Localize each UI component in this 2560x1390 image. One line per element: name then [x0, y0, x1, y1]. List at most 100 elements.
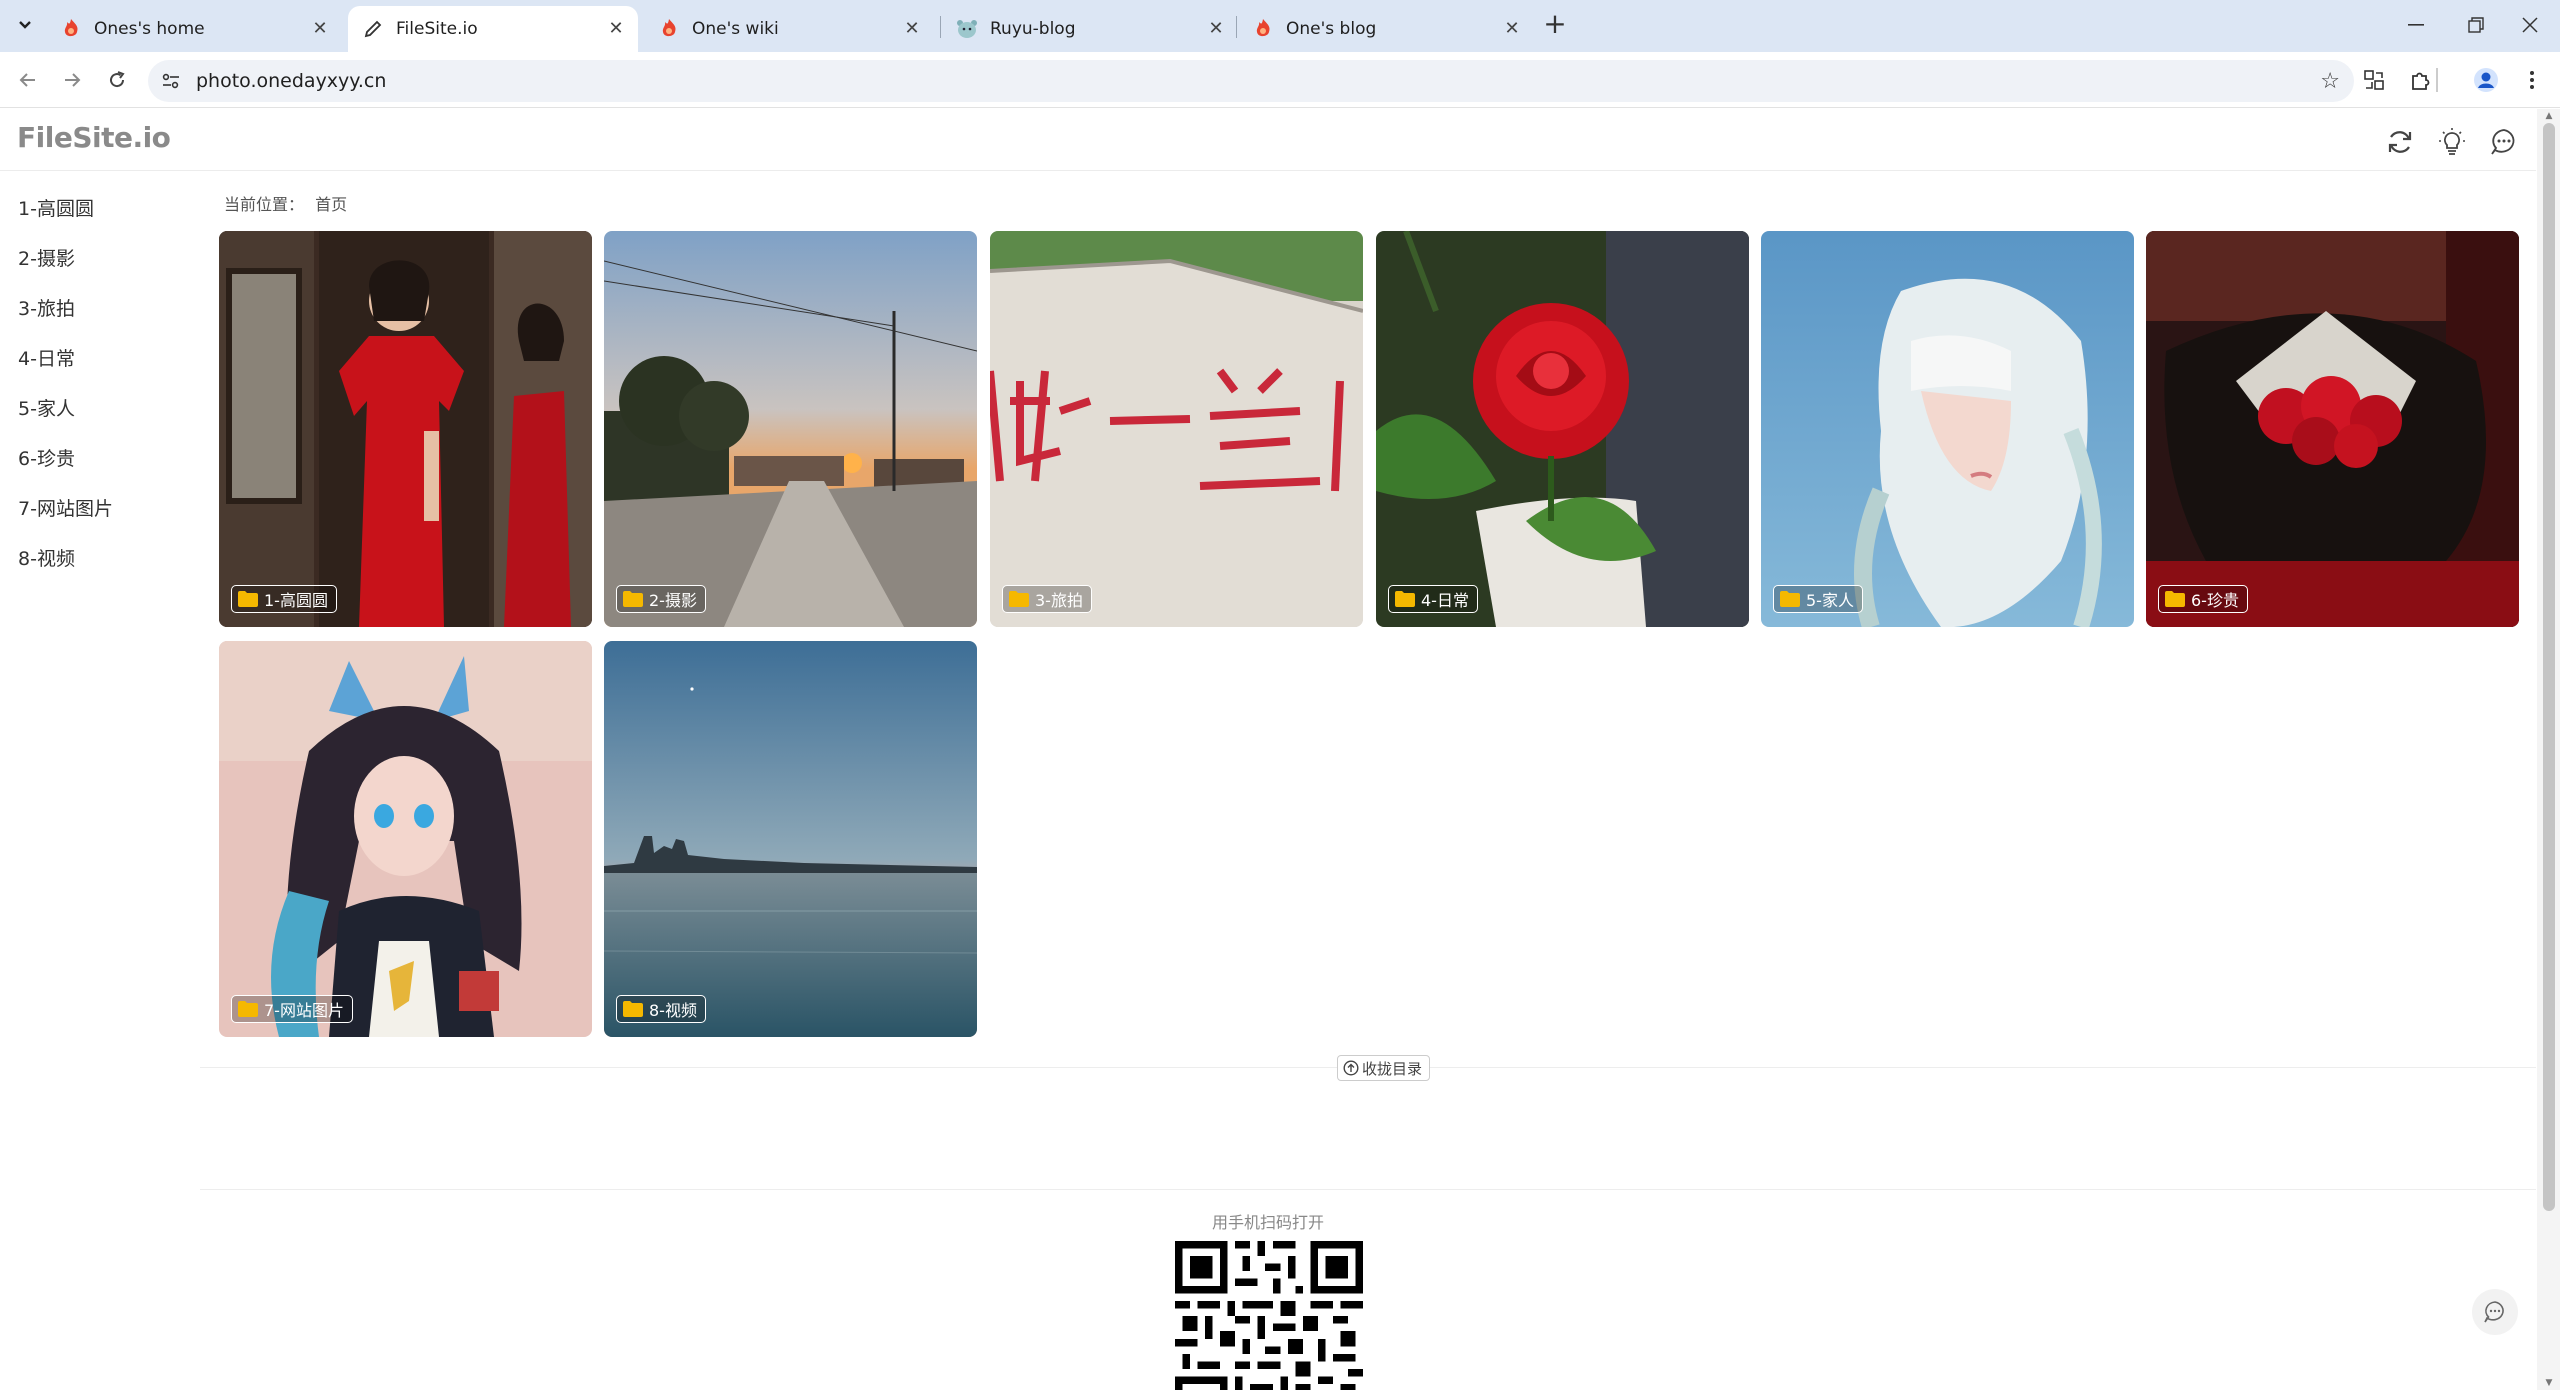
minimize-icon: [2408, 24, 2424, 26]
tab-ruyu-blog[interactable]: Ruyu-blog ✕: [942, 6, 1238, 52]
folder-name: 7-网站图片: [264, 1001, 344, 1020]
sidebar-item-3[interactable]: 3-旅拍: [0, 281, 190, 331]
site-info-icon[interactable]: [160, 70, 182, 92]
thumbnail-image: [990, 231, 1363, 627]
flame-favicon-icon: [60, 18, 82, 40]
breadcrumb: 当前位置： 首页: [224, 191, 347, 215]
close-icon[interactable]: ✕: [606, 19, 626, 39]
close-icon[interactable]: ✕: [310, 19, 330, 39]
thumbnail-image: [604, 641, 977, 1037]
folder-icon: [623, 591, 643, 607]
scroll-up-arrow-icon[interactable]: ▲: [2543, 111, 2555, 121]
folder-card-3[interactable]: 3-旅拍: [990, 231, 1363, 627]
tab-ones-wiki[interactable]: One's wiki ✕: [644, 6, 934, 52]
arrow-right-icon: [65, 73, 81, 87]
folder-card-8[interactable]: 8-视频: [604, 641, 977, 1037]
folder-label: 1-高圆圆: [231, 585, 337, 613]
page-scrollbar[interactable]: ▲ ▼: [2537, 109, 2560, 1390]
close-window-button[interactable]: [2500, 8, 2560, 42]
forward-button[interactable]: [58, 66, 86, 94]
folder-label: 3-旅拍: [1002, 585, 1092, 613]
folder-icon: [1009, 591, 1029, 607]
translate-icon: [2364, 70, 2384, 90]
translate-button[interactable]: [2360, 66, 2388, 94]
extensions-button[interactable]: [2406, 66, 2434, 94]
sidebar-item-6[interactable]: 6-珍贵: [0, 431, 190, 481]
site-header: FileSite.io: [0, 109, 2536, 171]
floating-chat-button[interactable]: [2472, 1289, 2518, 1335]
back-button[interactable]: [14, 66, 42, 94]
browser-menu-button[interactable]: [2518, 66, 2546, 94]
collapse-directory-button[interactable]: 收拢目录: [1337, 1055, 1431, 1081]
address-bar[interactable]: photo.onedayxyy.cn ☆: [148, 60, 2354, 102]
tab-filesite[interactable]: FileSite.io ✕: [348, 6, 638, 52]
folder-card-2[interactable]: 2-摄影: [604, 231, 977, 627]
thumbnail-image: [1376, 231, 1749, 627]
close-icon[interactable]: ✕: [1502, 19, 1522, 39]
tab-ones-home[interactable]: Ones's home ✕: [46, 6, 342, 52]
new-tab-button[interactable]: +: [1540, 10, 1570, 40]
sidebar-item-2[interactable]: 2-摄影: [0, 231, 190, 281]
flame-favicon-icon: [658, 18, 680, 40]
site-logo[interactable]: FileSite.io: [17, 121, 171, 154]
tab-ones-blog[interactable]: One's blog ✕: [1238, 6, 1534, 52]
folder-icon: [1780, 591, 1800, 607]
folder-label: 5-家人: [1773, 585, 1863, 613]
restore-button[interactable]: [2446, 8, 2506, 42]
refresh-button[interactable]: [2384, 126, 2416, 158]
folder-icon: [623, 1001, 643, 1017]
folder-card-1[interactable]: 1-高圆圆: [219, 231, 592, 627]
thumbnail-image: [604, 231, 977, 627]
close-icon: [2522, 17, 2538, 33]
scrollbar-thumb[interactable]: [2543, 123, 2555, 1211]
pen-favicon-icon: [362, 18, 384, 40]
flame-favicon-icon: [1252, 18, 1274, 40]
folder-label: 6-珍贵: [2158, 585, 2248, 613]
folder-name: 5-家人: [1806, 591, 1854, 610]
sidebar-item-7[interactable]: 7-网站图片: [0, 481, 190, 531]
folder-label: 4-日常: [1388, 585, 1478, 613]
thumbnail-image: [219, 641, 592, 1037]
breadcrumb-home[interactable]: 首页: [315, 195, 347, 214]
profile-button[interactable]: [2472, 66, 2500, 94]
sidebar-item-8[interactable]: 8-视频: [0, 531, 190, 581]
sidebar-item-5[interactable]: 5-家人: [0, 381, 190, 431]
tab-title: Ones's home: [94, 19, 205, 39]
folder-card-4[interactable]: 4-日常: [1376, 231, 1749, 627]
folder-card-7[interactable]: 7-网站图片: [219, 641, 592, 1037]
bookmark-star-icon[interactable]: ☆: [2320, 69, 2340, 94]
folder-card-5[interactable]: 5-家人: [1761, 231, 2134, 627]
scroll-down-arrow-icon[interactable]: ▼: [2543, 1378, 2555, 1388]
folder-card-6[interactable]: 6-珍贵: [2146, 231, 2519, 627]
tab-separator: [940, 16, 941, 38]
sidebar-item-4[interactable]: 4-日常: [0, 331, 190, 381]
folder-name: 8-视频: [649, 1001, 697, 1020]
footer-divider: [200, 1189, 2536, 1190]
toolbar-separator: [2436, 68, 2438, 92]
bear-favicon-icon: [956, 18, 978, 40]
chevron-down-icon: [19, 21, 31, 29]
folder-name: 6-珍贵: [2191, 591, 2239, 610]
sidebar-item-1[interactable]: 1-高圆圆: [0, 181, 190, 231]
tab-title: FileSite.io: [396, 19, 478, 39]
lightbulb-icon: [2439, 128, 2465, 155]
minimize-button[interactable]: [2386, 8, 2446, 42]
close-icon[interactable]: ✕: [902, 19, 922, 39]
theme-toggle-button[interactable]: [2436, 126, 2468, 158]
folder-icon: [2165, 591, 2185, 607]
url-text[interactable]: photo.onedayxyy.cn: [196, 70, 386, 92]
folder-icon: [238, 591, 258, 607]
folder-name: 3-旅拍: [1035, 591, 1083, 610]
qr-caption: 用手机扫码打开: [1212, 1213, 1325, 1232]
qr-code: [1175, 1241, 1363, 1390]
chat-bubble-icon: [2484, 1301, 2504, 1323]
folder-name: 1-高圆圆: [264, 591, 328, 610]
comment-button[interactable]: [2488, 126, 2520, 158]
reload-button[interactable]: [103, 66, 131, 94]
tab-search-button[interactable]: [10, 12, 40, 38]
browser-toolbar: photo.onedayxyy.cn ☆: [0, 52, 2560, 108]
thumbnail-image: [2146, 231, 2519, 627]
arrow-up-circle-icon: [1343, 1060, 1359, 1076]
close-icon[interactable]: ✕: [1206, 19, 1226, 39]
more-vertical-icon: [2530, 71, 2534, 89]
